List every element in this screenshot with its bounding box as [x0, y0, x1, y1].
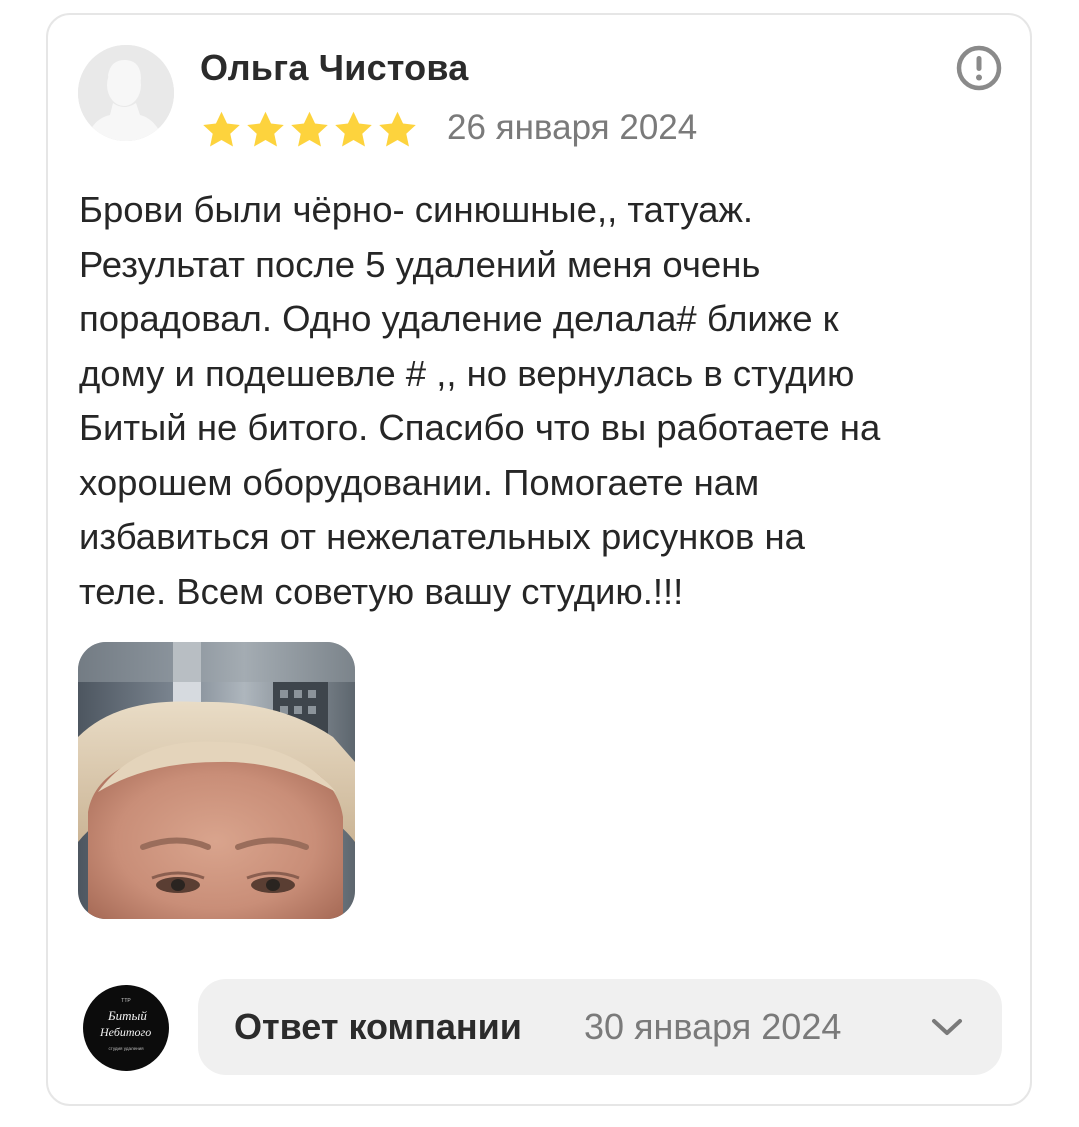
default-user-silhouette-icon [78, 45, 174, 141]
company-logo-image: ТТР Битый Небитого студия удаления [79, 981, 173, 1075]
logo-small-text: ТТР [121, 998, 131, 1004]
star-icon [379, 111, 416, 147]
chevron-down-icon [932, 1019, 962, 1035]
review-text: Брови были чёрно- синюшные,, татуаж. Рез… [79, 189, 881, 612]
logo-bottom-text: студия удаления [108, 1046, 144, 1051]
complain-button[interactable] [955, 44, 1003, 92]
author-avatar[interactable] [78, 45, 174, 141]
company-logo[interactable]: ТТР Битый Небитого студия удаления [78, 980, 174, 1076]
exclamation-circle-icon [956, 45, 1002, 91]
review-photo-image [78, 642, 355, 919]
company-reply-toggle[interactable]: Ответ компании 30 января 2024 [198, 979, 1002, 1075]
author-name[interactable]: Ольга Чистова [200, 46, 468, 90]
logo-line-1: Битый [107, 1008, 147, 1023]
review-photo[interactable] [78, 642, 355, 919]
star-icon [247, 111, 284, 147]
review-date: 26 января 2024 [447, 108, 698, 147]
rating-stars [200, 108, 419, 152]
company-reply-title: Ответ компании [234, 1006, 522, 1047]
star-icon [335, 111, 372, 147]
star-icon [291, 111, 328, 147]
company-reply-date: 30 января 2024 [584, 1006, 842, 1047]
logo-line-2: Небитого [99, 1025, 151, 1039]
star-icon [203, 111, 240, 147]
